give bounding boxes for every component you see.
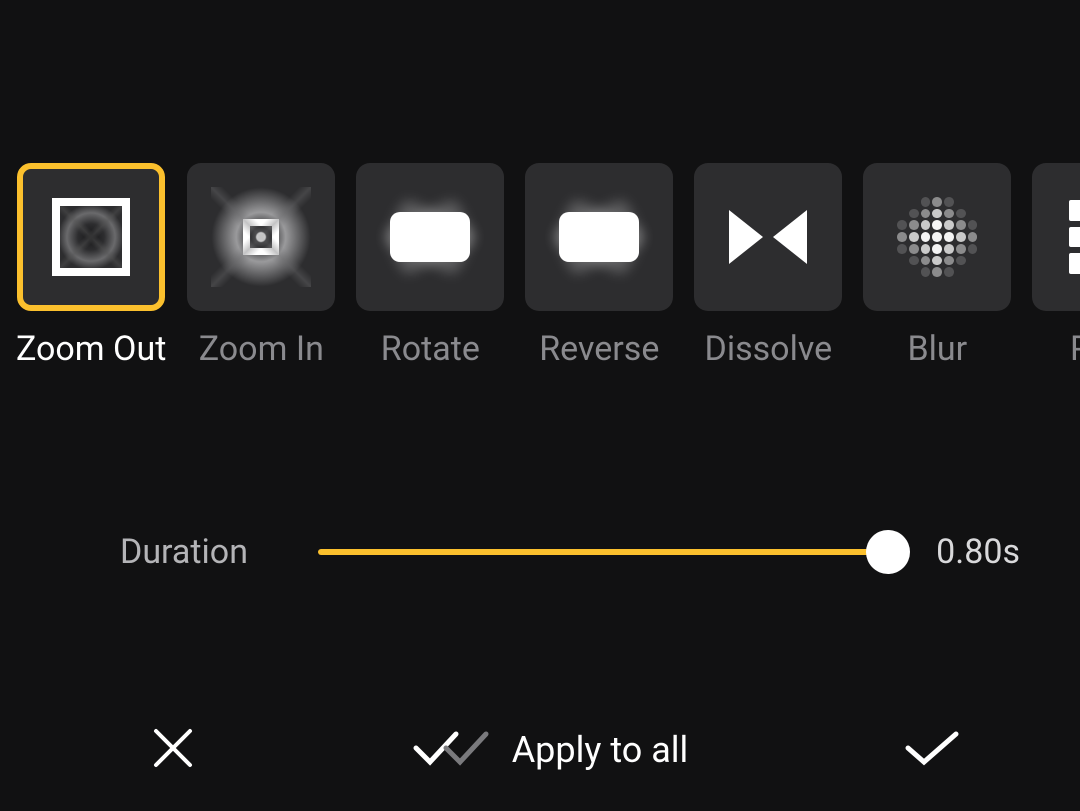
transition-zoom-in[interactable]: Zoom In [187,163,335,369]
slider-track [318,549,888,555]
zoom-in-icon [187,163,335,311]
dissolve-icon [694,163,842,311]
transition-label: Zoom In [199,329,324,369]
transition-rotate[interactable]: Rotate [356,163,504,369]
double-check-icon [412,726,492,774]
close-icon [150,725,196,775]
blur-icon [863,163,1011,311]
transition-reverse[interactable]: Reverse [525,163,673,369]
check-icon [904,728,960,772]
pixel-icon [1032,163,1080,311]
reverse-icon [525,163,673,311]
cancel-button[interactable] [150,725,196,775]
transition-zoom-out[interactable]: Zoom Out [16,163,166,369]
slider-thumb[interactable] [866,530,910,574]
duration-row: Duration 0.80s [0,530,1080,574]
transition-label: Rotate [381,329,480,369]
duration-value: 0.80s [936,532,1020,572]
rotate-icon [356,163,504,311]
transition-label: Dissolve [705,329,833,369]
duration-slider[interactable] [318,530,888,574]
duration-label: Duration [120,532,248,572]
bottom-bar: Apply to all [0,725,1080,775]
zoom-out-icon [17,163,165,311]
apply-to-all-label: Apply to all [512,729,689,771]
transition-label: Zoom Out [16,329,166,369]
apply-to-all-button[interactable]: Apply to all [412,726,689,774]
transition-dissolve[interactable]: Dissolve [694,163,842,369]
transition-blur[interactable]: Blur [863,163,1011,369]
confirm-button[interactable] [904,728,960,772]
transition-label: Reverse [539,329,659,369]
transition-label: Blur [907,329,967,369]
transition-pixel[interactable]: Pixel [1032,163,1080,369]
transition-label: Pixel [1070,329,1080,369]
transitions-list: Zoom Out Zoom In Rotate Reverse [16,163,1080,369]
